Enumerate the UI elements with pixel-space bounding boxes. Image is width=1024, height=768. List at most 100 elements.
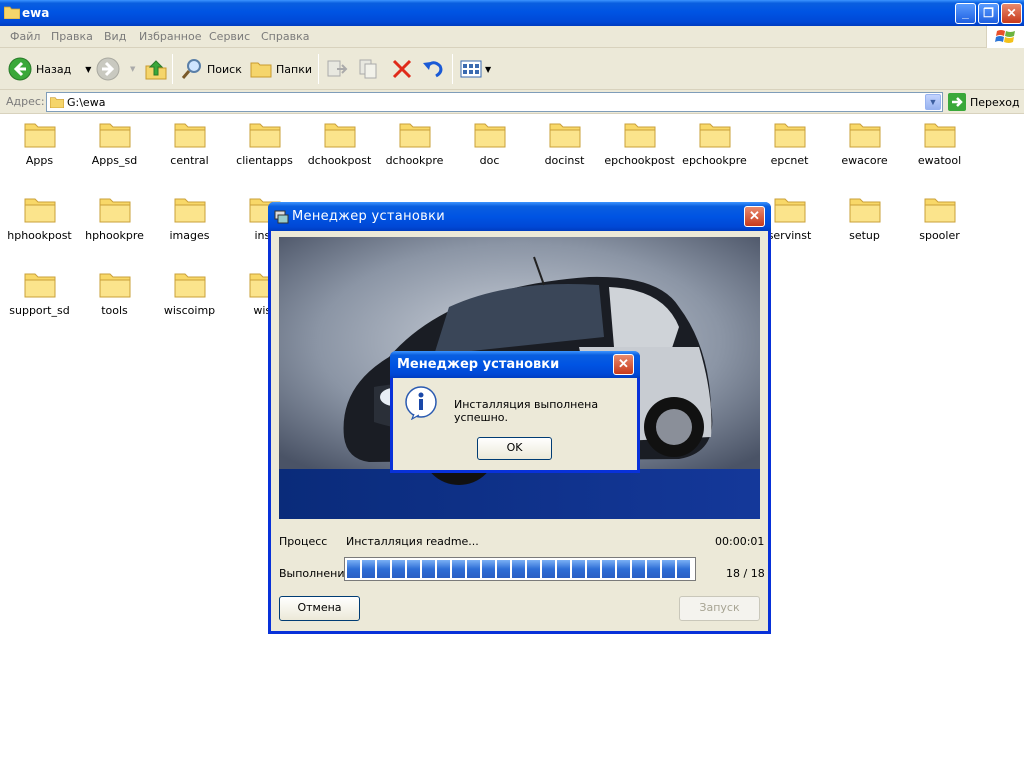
folder-icon	[924, 198, 955, 223]
window-title: ewa	[22, 6, 50, 20]
address-value: G:\ewa	[67, 96, 106, 109]
installer-title: Менеджер установки	[292, 209, 445, 224]
forward-button[interactable]: ▼	[96, 56, 135, 82]
up-button[interactable]	[144, 56, 168, 82]
folder-item[interactable]: clientapps	[227, 115, 302, 187]
back-button[interactable]: Назад ▼	[8, 56, 91, 82]
back-dropdown-icon[interactable]: ▼	[85, 65, 91, 74]
menu-file[interactable]: Файл	[10, 30, 40, 43]
up-folder-icon	[145, 60, 167, 80]
folder-item[interactable]: hphookpost	[2, 190, 77, 262]
folder-item[interactable]: dchookpost	[302, 115, 377, 187]
message-titlebar[interactable]: Менеджер установки ✕	[390, 351, 640, 378]
cancel-button[interactable]: Отмена	[279, 596, 360, 621]
forward-dropdown-icon[interactable]: ▼	[130, 65, 135, 73]
folder-icon	[50, 97, 64, 108]
folder-icon	[849, 198, 880, 223]
folder-icon	[699, 123, 730, 148]
folders-label: Папки	[276, 62, 312, 76]
folder-icon	[4, 6, 20, 19]
minimize-button[interactable]: _	[955, 3, 976, 24]
message-text: Инсталляция выполнена успешно.	[454, 398, 599, 424]
menu-tools[interactable]: Сервис	[209, 30, 250, 43]
menu-edit[interactable]: Правка	[51, 30, 93, 43]
folder-item[interactable]: ewatool	[902, 115, 977, 187]
folder-item[interactable]: dchookpre	[377, 115, 452, 187]
folder-item[interactable]: spooler	[902, 190, 977, 262]
toolbar: Назад ▼ ▼ Поиск Папки ▼	[0, 48, 1024, 90]
move-to-button[interactable]	[325, 56, 349, 82]
views-dropdown-icon[interactable]: ▼	[485, 65, 491, 74]
folder-icon	[99, 198, 130, 223]
close-button[interactable]: ✕	[1001, 3, 1022, 24]
views-button[interactable]: ▼	[459, 56, 491, 82]
folder-item[interactable]: ewacore	[827, 115, 902, 187]
folder-item[interactable]: docinst	[527, 115, 602, 187]
folder-icon	[849, 123, 880, 148]
go-button[interactable]: Переход	[948, 93, 1020, 111]
views-icon	[460, 60, 482, 78]
address-bar: Адрес: G:\ewa ▼ Переход	[0, 90, 1024, 114]
menu-bar: Файл Правка Вид Избранное Сервис Справка	[0, 26, 1024, 48]
address-input[interactable]: G:\ewa ▼	[46, 92, 943, 112]
menu-favorites[interactable]: Избранное	[139, 30, 201, 43]
folder-icon	[174, 198, 205, 223]
explorer-window: ewa _ ❐ ✕ Файл Правка Вид Избранное Серв…	[0, 0, 1024, 768]
message-close-button[interactable]: ✕	[613, 354, 634, 375]
folder-item[interactable]: Apps_sd	[77, 115, 152, 187]
menu-view[interactable]: Вид	[104, 30, 126, 43]
folder-icon	[24, 273, 55, 298]
copy-to-icon	[359, 59, 377, 79]
ok-button[interactable]: OK	[477, 437, 552, 460]
move-to-icon	[327, 60, 348, 77]
elapsed-time: 00:00:01	[715, 535, 765, 548]
folder-icon	[549, 123, 580, 148]
delete-x-icon	[392, 59, 412, 79]
folder-item[interactable]: hphookpre	[77, 190, 152, 262]
folder-item[interactable]: tools	[77, 265, 152, 337]
info-icon	[405, 386, 437, 420]
delete-button[interactable]	[390, 56, 414, 82]
back-arrow-icon	[8, 57, 32, 81]
folder-item[interactable]: setup	[827, 190, 902, 262]
folder-item[interactable]: Apps	[2, 115, 77, 187]
copy-to-button[interactable]	[357, 56, 381, 82]
search-label: Поиск	[207, 62, 242, 76]
installer-titlebar[interactable]: Менеджер установки ✕	[268, 202, 771, 231]
folder-icon	[174, 273, 205, 298]
process-label: Процесс	[279, 535, 328, 548]
folder-icon	[774, 198, 805, 223]
address-dropdown-icon[interactable]: ▼	[925, 94, 941, 110]
installer-close-button[interactable]: ✕	[744, 206, 765, 227]
restore-button[interactable]: ❐	[978, 3, 999, 24]
undo-button[interactable]	[421, 56, 445, 82]
folder-item[interactable]: images	[152, 190, 227, 262]
folders-icon	[250, 62, 272, 78]
undo-icon	[423, 61, 443, 78]
folder-icon	[24, 123, 55, 148]
message-dialog: Менеджер установки ✕ Инсталляция выполне…	[390, 351, 640, 473]
folder-item[interactable]: support_sd	[2, 265, 77, 337]
folder-item[interactable]: epchookpost	[602, 115, 677, 187]
folder-icon	[24, 198, 55, 223]
folder-icon	[924, 123, 955, 148]
installer-app-icon	[274, 210, 289, 224]
folder-icon	[774, 123, 805, 148]
progress-bar	[344, 557, 696, 581]
search-button[interactable]: Поиск	[180, 56, 242, 82]
folder-icon	[324, 123, 355, 148]
folders-button[interactable]: Папки	[249, 56, 312, 82]
folder-item[interactable]: doc	[452, 115, 527, 187]
windows-logo	[986, 26, 1024, 48]
window-titlebar[interactable]: ewa _ ❐ ✕	[0, 0, 1024, 26]
folder-item[interactable]: central	[152, 115, 227, 187]
progress-label: Выполнение	[279, 567, 352, 580]
go-arrow-icon	[948, 93, 966, 111]
start-button[interactable]: Запуск	[679, 596, 760, 621]
folder-item[interactable]: epcnet	[752, 115, 827, 187]
folder-item[interactable]: epchookpre	[677, 115, 752, 187]
folder-icon	[249, 123, 280, 148]
folder-icon	[174, 123, 205, 148]
folder-item[interactable]: wiscoimp	[152, 265, 227, 337]
menu-help[interactable]: Справка	[261, 30, 309, 43]
